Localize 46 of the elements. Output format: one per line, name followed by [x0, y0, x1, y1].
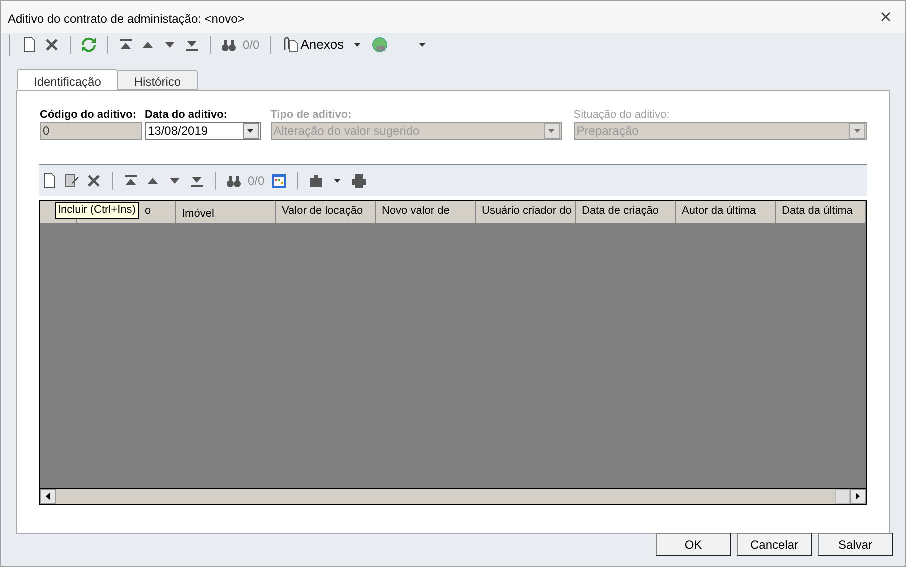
scroll-left-button[interactable] — [40, 489, 56, 504]
tooltip: Incluir (Ctrl+Ins) — [55, 202, 139, 219]
column-header[interactable]: Data da última — [776, 201, 866, 223]
column-header[interactable]: Novo valor de — [376, 201, 476, 223]
globe-icon[interactable] — [371, 37, 390, 53]
attachments-button[interactable]: Anexos — [280, 35, 344, 55]
column-header[interactable]: Data de criação — [576, 201, 676, 223]
printer-icon[interactable] — [350, 172, 367, 188]
dropdown-button[interactable] — [242, 123, 259, 139]
scroll-thumb[interactable] — [835, 489, 850, 504]
new-icon[interactable] — [22, 37, 38, 53]
caret-icon — [247, 129, 254, 133]
dialog-button[interactable]: Cancelar — [737, 533, 812, 556]
window-title: Aditivo do contrato de administação: <novo> — [8, 10, 245, 28]
caret-icon[interactable] — [354, 43, 362, 47]
refresh-icon[interactable] — [81, 37, 97, 53]
puzzle-icon[interactable] — [308, 172, 324, 188]
field-label: Tipo de aditivo: — [270, 108, 353, 122]
date-field[interactable]: 13/08/2019 — [144, 122, 261, 140]
record-counter: 0/0 — [248, 172, 265, 190]
field-label: Situação do aditivo: — [574, 108, 671, 122]
new-icon[interactable] — [42, 172, 58, 188]
tab[interactable]: Histórico — [117, 70, 198, 90]
field-label: Data do aditivo: — [144, 108, 228, 122]
dialog-button[interactable]: OK — [656, 533, 731, 556]
caret-icon[interactable] — [419, 43, 426, 47]
left-arrow-icon — [46, 493, 50, 500]
right-arrow-icon — [856, 493, 860, 500]
tab[interactable]: Identificação — [17, 69, 118, 90]
column-header[interactable]: Autor da última — [676, 201, 776, 223]
column-header[interactable]: Imóvel — [176, 201, 276, 223]
grid-icon[interactable] — [270, 172, 287, 188]
dialog-button[interactable]: Salvar — [818, 533, 893, 556]
field-label: Código do aditivo: — [40, 108, 138, 122]
binoculars-icon[interactable] — [221, 37, 237, 53]
column-header[interactable]: Usuário criador do — [476, 201, 576, 223]
column-header[interactable]: Valor de locação — [276, 201, 376, 223]
caret-icon — [548, 129, 556, 133]
caret-icon[interactable] — [334, 178, 341, 182]
caret-icon — [854, 129, 860, 133]
delete-icon[interactable] — [86, 172, 102, 188]
close-icon[interactable] — [881, 12, 891, 22]
edit-icon[interactable] — [64, 172, 80, 188]
scroll-right-button[interactable] — [850, 489, 866, 504]
record-counter: 0/0 — [243, 37, 260, 54]
delete-icon[interactable] — [44, 37, 60, 53]
